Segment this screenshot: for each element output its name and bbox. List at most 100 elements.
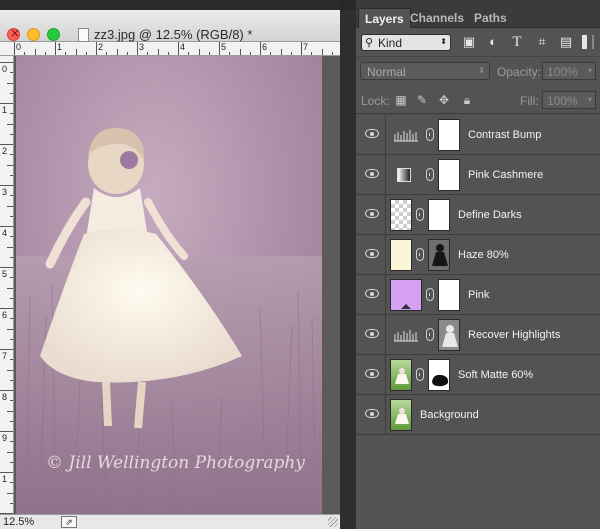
lock-all-icon[interactable]: 🔒︎	[459, 92, 475, 108]
visibility-toggle[interactable]	[356, 195, 386, 235]
chevron-down-icon: ▾	[587, 95, 592, 104]
minimize-window-button[interactable]	[27, 28, 40, 41]
visibility-toggle[interactable]	[356, 355, 386, 395]
ruler-tick	[10, 154, 13, 156]
document-image[interactable]: © Jill Wellington Photography	[16, 56, 322, 514]
ruler-tick	[301, 42, 302, 55]
zoom-window-button[interactable]	[47, 28, 60, 41]
visibility-toggle[interactable]	[356, 155, 386, 195]
visibility-toggle[interactable]	[356, 235, 386, 275]
lock-position-icon[interactable]: ✥	[436, 92, 452, 108]
layer-row-contrast-bump[interactable]: Contrast Bump	[356, 115, 600, 155]
mask-link-icon[interactable]	[426, 328, 434, 341]
vertical-ruler[interactable]: 012345678911	[0, 56, 14, 514]
ruler-tick	[75, 49, 77, 55]
mask-link-icon[interactable]	[416, 368, 424, 381]
layer-mask-thumbnail[interactable]	[438, 319, 460, 351]
ruler-tick	[178, 42, 179, 55]
layer-name: Pink Cashmere	[468, 169, 544, 181]
layer-row-pink[interactable]: Pink	[356, 275, 600, 315]
lock-label: Lock:	[361, 94, 390, 108]
smart-object-filter-icon[interactable]: ▤	[558, 34, 574, 50]
layer-list: Contrast Bump Pink Cashmere Define Darks	[356, 115, 600, 435]
ruler-tick	[10, 502, 13, 504]
filter-kind-select[interactable]: ⚲ Kind ⬍	[361, 34, 451, 51]
ruler-tick	[7, 451, 13, 453]
layer-thumbnail[interactable]	[390, 199, 412, 231]
ruler-tick	[7, 205, 13, 207]
layer-thumbnail[interactable]	[390, 399, 412, 431]
horizontal-ruler[interactable]: 0 1 2 3 4 5 6 7	[0, 42, 340, 56]
layer-thumbnail[interactable]	[390, 239, 412, 271]
ruler-tick	[188, 52, 190, 55]
layer-mask-thumbnail[interactable]	[428, 199, 450, 231]
ruler-tick	[55, 42, 56, 55]
ruler-tick	[10, 318, 13, 320]
ruler-tick	[219, 42, 220, 55]
tab-channels[interactable]: Channels	[404, 8, 470, 28]
filter-toggle-icon[interactable]	[582, 35, 594, 49]
lock-transparent-pixels-icon[interactable]: ▦	[393, 92, 409, 108]
layer-thumbnail[interactable]	[390, 359, 412, 391]
visibility-toggle[interactable]	[356, 115, 386, 155]
tab-layers[interactable]: Layers	[358, 8, 411, 28]
tab-paths[interactable]: Paths	[468, 8, 513, 28]
ruler-tick	[7, 123, 13, 125]
lock-image-pixels-icon[interactable]: ✎	[414, 92, 430, 108]
mask-link-icon[interactable]	[426, 288, 434, 301]
layer-row-haze-80[interactable]: Haze 80%	[356, 235, 600, 275]
ruler-tick	[10, 420, 13, 422]
adjustment-layer-filter-icon[interactable]: ◐	[485, 34, 501, 50]
fill-field[interactable]: 100% ▾	[542, 91, 596, 109]
zoom-level-field[interactable]: 12.5%	[3, 516, 34, 528]
ruler-label: 6	[262, 42, 268, 52]
blend-mode-select[interactable]: Normal ⬍	[360, 62, 490, 80]
document-title-bar[interactable]: zz3.jpg @ 12.5% (RGB/8) *	[0, 10, 340, 42]
divider-top	[340, 0, 356, 10]
resize-grip-icon[interactable]	[328, 517, 338, 527]
ruler-tick	[0, 431, 13, 432]
layer-row-pink-cashmere[interactable]: Pink Cashmere	[356, 155, 600, 195]
ruler-tick	[10, 236, 13, 238]
layer-list-empty-area[interactable]	[356, 435, 600, 529]
layer-thumbnail[interactable]	[390, 279, 422, 311]
layer-row-recover-highlights[interactable]: Recover Highlights	[356, 315, 600, 355]
eye-icon	[365, 409, 379, 418]
opacity-field[interactable]: 100% ▾	[542, 62, 596, 80]
layer-row-soft-matte-60[interactable]: Soft Matte 60%	[356, 355, 600, 395]
ruler-tick	[147, 52, 149, 55]
visibility-toggle[interactable]	[356, 395, 386, 435]
mask-link-icon[interactable]	[416, 248, 424, 261]
mask-link-icon[interactable]	[426, 168, 434, 181]
layer-row-define-darks[interactable]: Define Darks	[356, 195, 600, 235]
ruler-tick	[7, 369, 13, 371]
ruler-tick	[260, 42, 261, 55]
ruler-tick	[7, 492, 13, 494]
layer-row-background[interactable]: Background	[356, 395, 600, 435]
ruler-label: 0	[16, 42, 22, 52]
layer-mask-thumbnail[interactable]	[438, 119, 460, 151]
eye-icon	[365, 169, 379, 178]
fill-value: 100%	[547, 94, 578, 108]
mask-link-icon[interactable]	[416, 208, 424, 221]
layer-mask-thumbnail[interactable]	[428, 239, 450, 271]
visibility-toggle[interactable]	[356, 275, 386, 315]
ruler-tick	[0, 308, 13, 309]
layer-mask-thumbnail[interactable]	[438, 159, 460, 191]
mask-figure-shape	[442, 325, 458, 347]
close-window-button[interactable]	[7, 26, 20, 41]
share-icon[interactable]: ⇗	[61, 516, 77, 528]
ruler-tick	[14, 42, 15, 55]
mask-link-icon[interactable]	[426, 128, 434, 141]
eye-icon	[365, 129, 379, 138]
layer-mask-thumbnail[interactable]	[438, 279, 460, 311]
visibility-toggle[interactable]	[356, 315, 386, 355]
shape-layer-filter-icon[interactable]: ⌗	[534, 34, 550, 50]
photoshop-window: zz3.jpg @ 12.5% (RGB/8) * 0 1 2 3 4 5 6 7 0 1 2 3 4…	[0, 0, 600, 529]
ruler-label: 8	[2, 392, 8, 402]
type-layer-filter-icon[interactable]: T	[509, 34, 525, 50]
layer-mask-thumbnail[interactable]	[428, 359, 450, 391]
pixel-layer-filter-icon[interactable]: ▣	[461, 34, 477, 50]
ruler-tick	[0, 267, 13, 268]
ruler-tick	[0, 144, 13, 145]
